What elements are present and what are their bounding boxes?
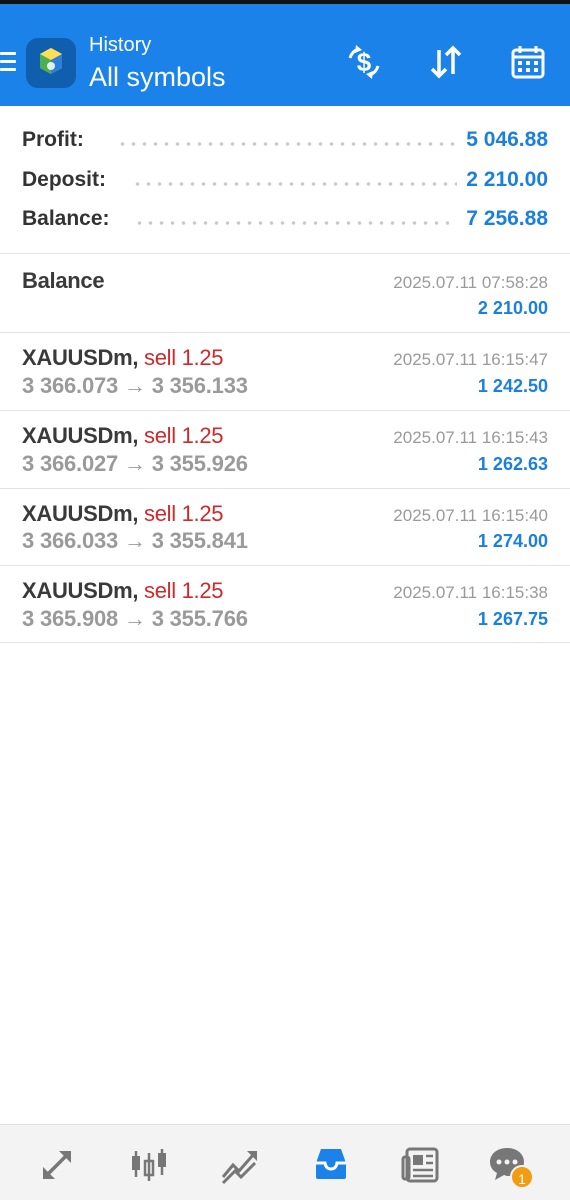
balance-row: Balance: 7 256.88 xyxy=(22,207,548,237)
trade-row[interactable]: XAUUSDm, sell 1.25 3 366.033 → 3 355.841… xyxy=(0,489,570,566)
symbol-filter-title[interactable]: All symbols xyxy=(89,62,226,93)
balance-value: 7 256.88 xyxy=(466,207,548,230)
menu-icon[interactable] xyxy=(0,52,18,74)
app-header: History All symbols $ xyxy=(0,0,570,106)
trade-profit: 1 262.63 xyxy=(477,454,548,474)
balance-entry-amount: 2 210.00 xyxy=(477,298,548,318)
trade-profit: 1 274.00 xyxy=(477,531,548,551)
chart-candles-icon[interactable] xyxy=(126,1141,172,1187)
balance-operation-row[interactable]: Balance 2025.07.11 07:58:28 2 210.00 xyxy=(0,254,570,333)
trade-row[interactable]: XAUUSDm, sell 1.25 3 366.027 → 3 355.926… xyxy=(0,411,570,489)
trade-time: 2025.07.11 16:15:40 xyxy=(393,506,548,525)
chat-icon[interactable]: 1 xyxy=(484,1141,534,1189)
trade-row[interactable]: XAUUSDm, sell 1.25 3 366.073 → 3 356.133… xyxy=(0,333,570,411)
trade-symbol: XAUUSDm, xyxy=(22,578,139,603)
dotted-leader xyxy=(132,182,457,186)
deposit-label: Deposit: xyxy=(22,168,106,191)
trade-time: 2025.07.11 16:15:43 xyxy=(393,428,548,447)
trade-type: sell 1.25 xyxy=(144,345,224,370)
trade-symbol: XAUUSDm, xyxy=(22,423,139,448)
trade-prices: 3 365.908 → 3 355.766 xyxy=(22,606,248,631)
page-subtitle: History xyxy=(89,34,152,56)
trade-time: 2025.07.11 16:15:38 xyxy=(393,583,548,602)
status-bar xyxy=(0,0,570,4)
trade-symbol: XAUUSDm, xyxy=(22,501,139,526)
calendar-icon[interactable] xyxy=(506,40,550,84)
trade-prices: 3 366.027 → 3 355.926 xyxy=(22,451,248,476)
trade-title: XAUUSDm, sell 1.25 xyxy=(22,345,224,371)
profit-label: Profit: xyxy=(22,128,84,151)
bottom-navigation: 1 xyxy=(0,1124,570,1200)
trade-profit: 1 267.75 xyxy=(477,609,548,629)
profit-row: Profit: 5 046.88 xyxy=(22,128,548,158)
news-icon[interactable] xyxy=(399,1141,445,1187)
trade-type: sell 1.25 xyxy=(144,501,224,526)
trade-title: XAUUSDm, sell 1.25 xyxy=(22,578,224,604)
summary-panel: Profit: 5 046.88 Deposit: 2 210.00 Balan… xyxy=(0,106,570,254)
trade-prices: 3 366.073 → 3 356.133 xyxy=(22,373,248,398)
quotes-icon[interactable] xyxy=(35,1141,81,1187)
trade-time: 2025.07.11 16:15:47 xyxy=(393,350,548,369)
balance-label: Balance: xyxy=(22,207,110,230)
deposit-value: 2 210.00 xyxy=(466,168,548,191)
dotted-leader xyxy=(117,142,457,146)
app-logo xyxy=(26,38,76,88)
sort-icon[interactable] xyxy=(424,40,468,84)
deposit-row: Deposit: 2 210.00 xyxy=(22,168,548,198)
trade-row[interactable]: XAUUSDm, sell 1.25 3 365.908 → 3 355.766… xyxy=(0,566,570,643)
trade-type: sell 1.25 xyxy=(144,578,224,603)
trade-icon[interactable] xyxy=(217,1141,263,1187)
trade-type: sell 1.25 xyxy=(144,423,224,448)
trade-profit: 1 242.50 xyxy=(477,376,548,396)
balance-entry-time: 2025.07.11 07:58:28 xyxy=(393,273,548,292)
trade-title: XAUUSDm, sell 1.25 xyxy=(22,423,224,449)
chat-badge: 1 xyxy=(510,1165,534,1189)
dollar-exchange-icon[interactable]: $ xyxy=(342,40,386,84)
profit-value: 5 046.88 xyxy=(466,128,548,151)
dotted-leader xyxy=(134,221,449,225)
trade-symbol: XAUUSDm, xyxy=(22,345,139,370)
trade-title: XAUUSDm, sell 1.25 xyxy=(22,501,224,527)
balance-entry-label: Balance xyxy=(22,268,105,293)
history-inbox-icon[interactable] xyxy=(308,1141,354,1187)
trade-prices: 3 366.033 → 3 355.841 xyxy=(22,528,248,553)
